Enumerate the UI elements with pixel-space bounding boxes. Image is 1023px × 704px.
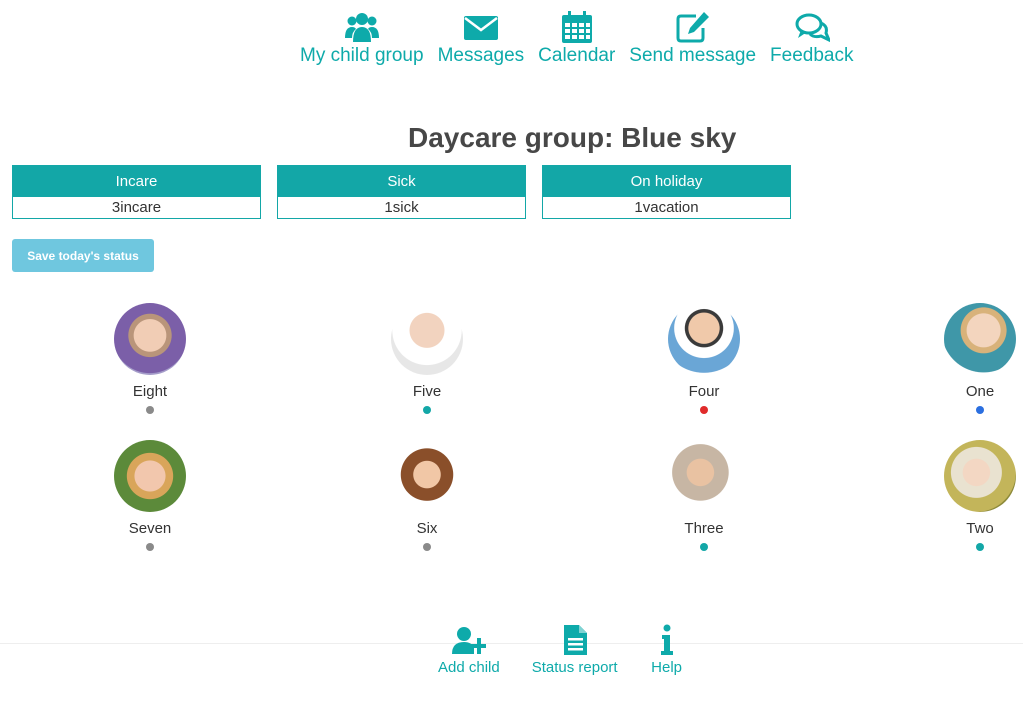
status-dot [700,406,708,414]
nav-label: Feedback [770,45,854,66]
child-avatar [944,303,1016,375]
child-avatar [114,440,186,512]
status-dot [146,543,154,551]
footer-label: Status report [531,659,618,676]
edit-icon [676,12,709,43]
users-icon [344,13,379,42]
help-button[interactable]: Help [650,624,684,676]
child-name: Two [966,520,994,537]
footer-bar: Add child Status report Help [0,624,1023,704]
child-card-two[interactable]: Two [920,440,1023,551]
add-user-icon [451,627,486,654]
status-dot [976,406,984,414]
child-avatar [668,440,740,512]
child-name: Six [416,520,438,537]
child-card-five[interactable]: Five [367,303,487,414]
status-dot [700,543,708,551]
nav-calendar[interactable]: Calendar [538,10,615,67]
child-name: Five [412,383,442,400]
nav-label: My child group [300,45,424,66]
envelope-icon [463,16,498,40]
sick-summary: Sick 1sick [277,165,526,219]
child-name: Three [684,520,724,537]
child-card-six[interactable]: Six [367,440,487,551]
child-name: Four [688,383,720,400]
status-report-button[interactable]: Status report [532,624,618,676]
status-dot [423,406,431,414]
nav-label: Send message [629,45,757,66]
child-card-three[interactable]: Three [644,440,764,551]
child-card-seven[interactable]: Seven [90,440,210,551]
child-avatar [391,440,463,512]
comments-icon [795,13,830,43]
footer-nav: Add child Status report Help [438,624,716,676]
holiday-summary: On holiday 1vacation [542,165,791,219]
holiday-summary-label: On holiday [543,166,790,197]
nav-label: Messages [437,45,525,66]
child-card-one[interactable]: One [920,303,1023,414]
incare-summary: Incare 3incare [12,165,261,219]
document-icon [563,625,587,655]
add-child-button[interactable]: Add child [438,624,500,676]
child-avatar [114,303,186,375]
nav-send-message[interactable]: Send message [629,10,756,67]
footer-label: Help [651,659,683,676]
page-title: Daycare group: Blue sky [408,122,737,153]
child-card-eight[interactable]: Eight [90,303,210,414]
save-status-button[interactable]: Save today's status [12,239,154,272]
calendar-icon [561,11,592,43]
holiday-summary-value: 1vacation [543,197,790,218]
child-name: Eight [132,383,168,400]
status-dot [976,543,984,551]
child-avatar [944,440,1016,512]
nav-label: Calendar [538,45,616,66]
nav-feedback[interactable]: Feedback [770,10,853,67]
sick-summary-value: 1sick [278,197,525,218]
nav-messages[interactable]: Messages [437,10,525,67]
nav-my-child-group[interactable]: My child group [300,10,424,67]
child-card-four[interactable]: Four [644,303,764,414]
status-dot [146,406,154,414]
child-avatar [668,303,740,375]
footer-label: Add child [438,659,500,676]
status-summary: Incare 3incare Sick 1sick On holiday 1va… [12,165,807,219]
status-dot [423,543,431,551]
incare-summary-label: Incare [13,166,260,197]
child-name: One [965,383,995,400]
child-name: Seven [128,520,172,537]
info-icon [660,624,673,655]
top-nav: My child group Messages Calendar Send me… [300,10,867,67]
sick-summary-label: Sick [278,166,525,197]
child-avatar [391,303,463,375]
incare-summary-value: 3incare [13,197,260,218]
